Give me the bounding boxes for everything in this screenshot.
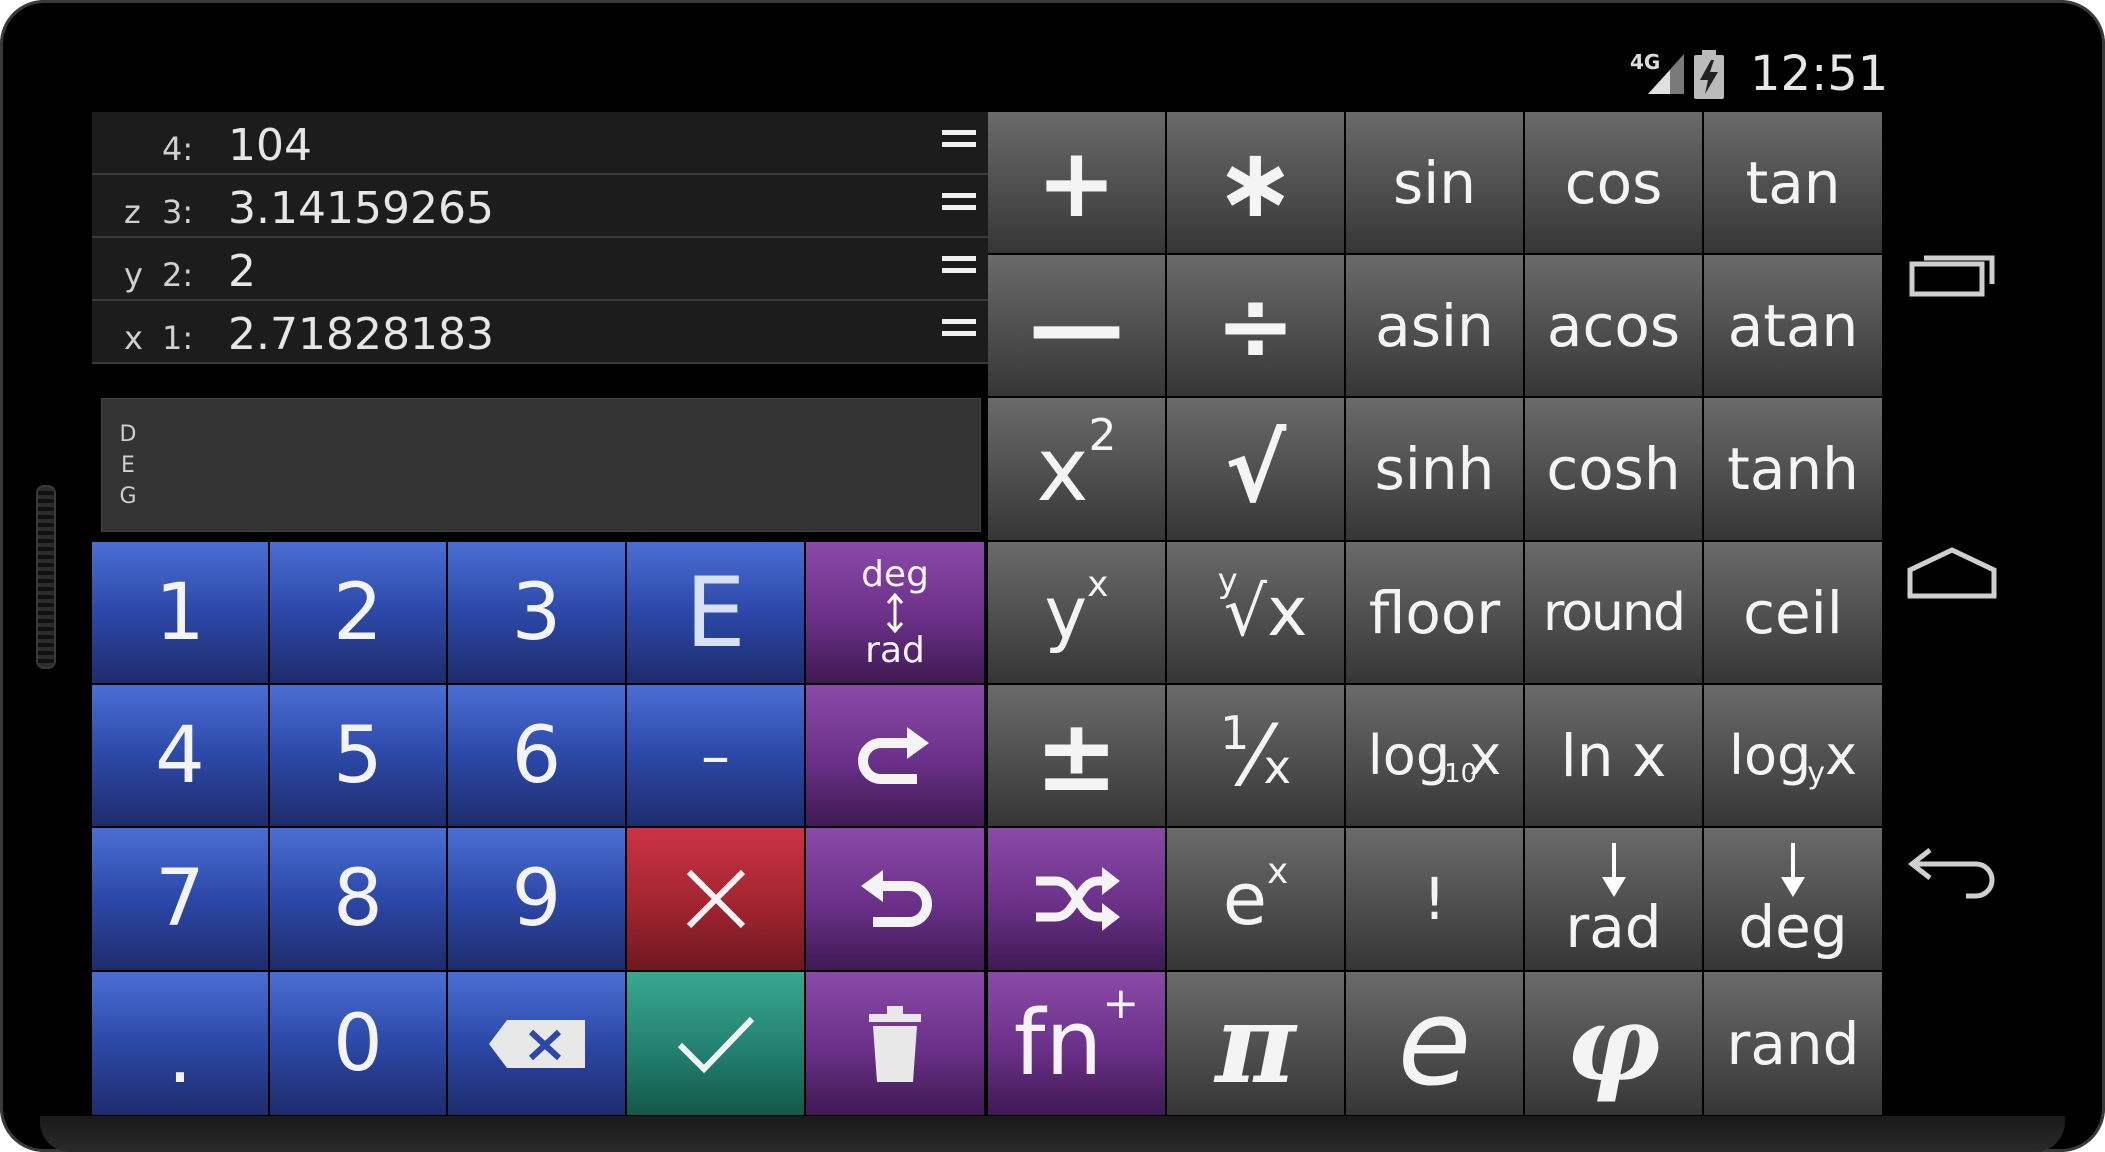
- key-floor[interactable]: floor: [1346, 542, 1523, 683]
- stack-display: 4: 104 z 3: 3.14159265 y 2: 2 x 1: 2.718…: [92, 112, 988, 364]
- key-decimal[interactable]: .: [92, 972, 268, 1115]
- check-icon: [677, 1016, 754, 1073]
- key-deg-rad-toggle[interactable]: deg rad: [806, 542, 984, 683]
- redo-icon: [858, 726, 929, 784]
- clear-button[interactable]: [627, 828, 804, 970]
- key-cosh[interactable]: cosh: [1525, 398, 1702, 540]
- key-factorial[interactable]: !: [1346, 828, 1523, 970]
- key-sinh[interactable]: sinh: [1346, 398, 1523, 540]
- key-phi[interactable]: φ: [1525, 972, 1702, 1115]
- key-subtract[interactable]: —: [988, 255, 1165, 396]
- stack-value: 2.71828183: [228, 309, 494, 360]
- stack-level: 2:: [162, 256, 194, 294]
- back-icon[interactable]: [1906, 840, 2002, 900]
- drag-handle-icon[interactable]: [942, 256, 976, 276]
- down-arrow-icon: [1601, 843, 1626, 897]
- battery-charging-icon: [1694, 50, 1724, 99]
- key-acos[interactable]: acos: [1525, 255, 1702, 396]
- key-rand[interactable]: rand: [1704, 972, 1882, 1115]
- undo-button[interactable]: [806, 828, 984, 970]
- enter-button[interactable]: [627, 972, 804, 1115]
- stack-level: 1:: [162, 319, 194, 357]
- delete-button[interactable]: [806, 972, 984, 1115]
- key-square[interactable]: x2: [988, 398, 1165, 540]
- stack-var: z: [124, 193, 141, 231]
- key-3[interactable]: 3: [448, 542, 625, 683]
- key-sqrt[interactable]: √: [1167, 398, 1344, 540]
- key-tan[interactable]: tan: [1704, 112, 1882, 253]
- drag-handle-icon[interactable]: [942, 193, 976, 213]
- key-reciprocal[interactable]: 1 ⁄ x: [1167, 685, 1344, 826]
- key-power[interactable]: yx: [988, 542, 1165, 683]
- stack-value: 2: [228, 246, 256, 297]
- key-atan[interactable]: atan: [1704, 255, 1882, 396]
- stack-value: 3.14159265: [228, 183, 494, 234]
- key-divide[interactable]: ÷: [1167, 255, 1344, 396]
- signal-icon: [1648, 54, 1684, 94]
- recent-apps-icon[interactable]: [1908, 244, 1998, 300]
- phone-bottom-rim: [40, 1116, 2065, 1152]
- key-5[interactable]: 5: [270, 685, 446, 826]
- key-round[interactable]: round: [1525, 542, 1702, 683]
- key-pi[interactable]: π: [1167, 972, 1344, 1115]
- phone-frame: 4G 12:51 4: 104 z 3: 3. 14159265 y 2: 2 x…: [0, 0, 2105, 1152]
- close-icon: [686, 869, 745, 929]
- key-asin[interactable]: asin: [1346, 255, 1523, 396]
- key-cos[interactable]: cos: [1525, 112, 1702, 253]
- stack-level: 4:: [162, 130, 194, 168]
- key-tanh[interactable]: tanh: [1704, 398, 1882, 540]
- key-user-function[interactable]: fn +: [988, 972, 1165, 1115]
- drag-handle-icon[interactable]: [942, 319, 976, 339]
- stack-row-4[interactable]: 4: 104: [92, 112, 988, 175]
- stack-var: x: [124, 319, 143, 357]
- home-icon[interactable]: [1906, 546, 1998, 600]
- stack-var: y: [124, 256, 143, 294]
- backspace-icon: [488, 1019, 585, 1068]
- status-clock: 12:51: [1750, 46, 1889, 102]
- shuffle-icon: [1035, 867, 1120, 931]
- key-plus-minus[interactable]: ±: [988, 685, 1165, 826]
- key-e[interactable]: e: [1346, 972, 1523, 1115]
- status-bar: 4G 12:51: [1620, 46, 1888, 106]
- key-negate[interactable]: –: [627, 685, 804, 826]
- redo-button[interactable]: [806, 685, 984, 826]
- key-2[interactable]: 2: [270, 542, 446, 683]
- key-to-rad[interactable]: rad: [1525, 828, 1702, 970]
- side-volume-button: [36, 485, 56, 669]
- key-add[interactable]: +: [988, 112, 1165, 253]
- key-9[interactable]: 9: [448, 828, 625, 970]
- drag-handle-icon[interactable]: [942, 130, 976, 150]
- key-exp[interactable]: ex: [1167, 828, 1344, 970]
- trash-icon: [869, 1005, 921, 1082]
- key-1[interactable]: 1: [92, 542, 268, 683]
- stack-row-1[interactable]: x 1: 2.71828183: [92, 301, 988, 364]
- stack-row-2[interactable]: y 2: 2: [92, 238, 988, 301]
- backspace-button[interactable]: [448, 972, 625, 1115]
- angle-mode-indicator: D E G: [119, 422, 137, 509]
- key-shuffle[interactable]: [988, 828, 1165, 970]
- key-log10[interactable]: log 10 x: [1346, 685, 1523, 826]
- stack-row-3[interactable]: z 3: 3.14159265: [92, 175, 988, 238]
- key-0[interactable]: 0: [270, 972, 446, 1115]
- up-down-arrow-icon: [886, 592, 904, 633]
- key-7[interactable]: 7: [92, 828, 268, 970]
- key-log-y[interactable]: log y x: [1704, 685, 1882, 826]
- undo-icon: [861, 870, 932, 927]
- key-to-deg[interactable]: deg: [1704, 828, 1882, 970]
- key-ceil[interactable]: ceil: [1704, 542, 1882, 683]
- key-sin[interactable]: sin: [1346, 112, 1523, 253]
- key-8[interactable]: 8: [270, 828, 446, 970]
- key-ln[interactable]: ln x: [1525, 685, 1702, 826]
- stack-level: 3:: [162, 193, 194, 231]
- key-4[interactable]: 4: [92, 685, 268, 826]
- input-field[interactable]: D E G: [101, 398, 981, 532]
- key-6[interactable]: 6: [448, 685, 625, 826]
- down-arrow-icon: [1781, 843, 1805, 897]
- key-nth-root[interactable]: y √x: [1167, 542, 1344, 683]
- stack-value: 104: [228, 120, 312, 171]
- key-multiply[interactable]: ∗: [1167, 112, 1344, 253]
- key-exponent[interactable]: E: [627, 542, 804, 683]
